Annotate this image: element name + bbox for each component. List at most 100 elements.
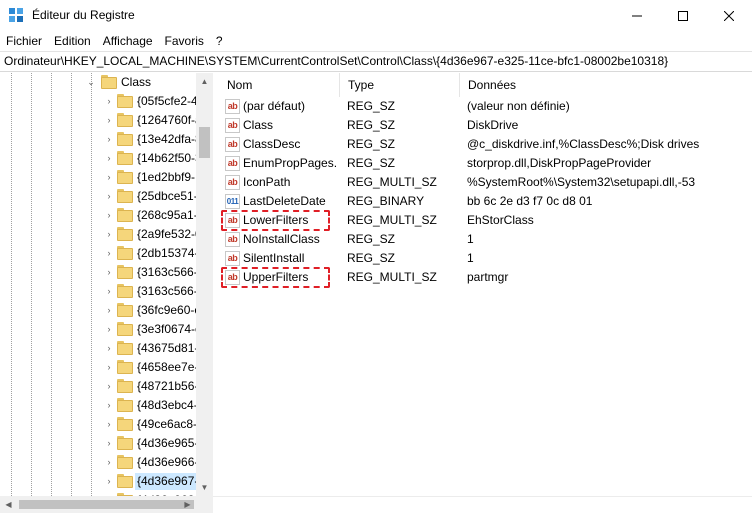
tree-item[interactable]: › {3163c566- — [0, 263, 200, 282]
column-header-name[interactable]: Nom — [219, 73, 340, 97]
string-value-icon: ab — [225, 175, 240, 190]
value-type: REG_SZ — [347, 118, 396, 132]
expand-arrow-icon[interactable]: › — [104, 96, 114, 106]
expand-arrow-icon[interactable]: › — [104, 476, 114, 486]
scroll-left-icon[interactable]: ◀ — [0, 496, 17, 513]
tree-item[interactable]: › {49ce6ac8-6 — [0, 415, 204, 434]
maximize-button[interactable] — [660, 0, 706, 31]
close-button[interactable] — [706, 0, 752, 31]
folder-icon — [117, 284, 133, 298]
tree-item[interactable]: › {14b62f50-3 — [0, 149, 202, 168]
title-bar: Éditeur du Registre — [0, 0, 752, 31]
tree-vertical-scrollbar[interactable]: ▲ ▼ — [196, 73, 213, 496]
tree-item[interactable]: › {4d36e966- — [0, 453, 200, 472]
expand-arrow-icon[interactable]: › — [104, 153, 114, 163]
tree-item[interactable]: › {48d3ebc4- — [0, 396, 200, 415]
value-row[interactable]: ab LowerFilters REG_MULTI_SZ EhStorClass — [219, 210, 752, 231]
value-row[interactable]: ab ClassDesc REG_SZ @c_diskdrive.inf,%Class… — [219, 135, 752, 154]
tree-item-label: {3e3f0674-c — [137, 322, 202, 336]
folder-icon — [117, 208, 133, 222]
value-row[interactable]: ab (par défaut) REG_SZ (valeur non définie) — [219, 97, 752, 116]
expand-arrow-icon[interactable]: › — [104, 267, 114, 277]
expand-arrow-icon[interactable]: › — [104, 438, 114, 448]
folder-icon — [117, 341, 133, 355]
scroll-up-icon[interactable]: ▲ — [196, 73, 213, 90]
value-name: SilentInstall — [243, 251, 305, 265]
value-row[interactable]: ab UpperFilters REG_MULTI_SZ partmgr — [219, 267, 752, 288]
value-type: REG_SZ — [347, 137, 396, 151]
value-row[interactable]: ab SilentInstall REG_SZ 1 — [219, 249, 752, 268]
tree-item[interactable]: › {2a9fe532-0 — [0, 225, 202, 244]
tree-item[interactable]: › {13e42dfa-8 — [0, 130, 202, 149]
tree-item[interactable]: › {4d36e965- — [0, 434, 200, 453]
folder-icon — [117, 379, 133, 393]
menu-favoris[interactable]: Favoris — [161, 32, 212, 50]
tree-item-label: {3163c566- — [137, 265, 198, 279]
tree-item[interactable]: › {1264760f-a — [0, 111, 202, 130]
value-row[interactable]: ab Class REG_SZ DiskDrive — [219, 116, 752, 135]
menu-help[interactable]: ? — [212, 32, 231, 50]
tree-item[interactable]: › {1ed2bbf9- — [0, 168, 200, 187]
maximize-icon — [678, 10, 688, 21]
folder-icon — [117, 436, 133, 450]
expand-arrow-icon[interactable]: › — [104, 286, 114, 296]
menu-fichier[interactable]: Fichier — [2, 32, 50, 50]
menu-edition[interactable]: Edition — [50, 32, 99, 50]
expand-arrow-icon[interactable]: › — [104, 324, 114, 334]
expand-arrow-icon[interactable]: › — [104, 305, 114, 315]
tree-item[interactable]: › {3e3f0674-c — [0, 320, 202, 339]
expand-arrow-icon[interactable]: › — [104, 229, 114, 239]
tree-item[interactable]: › {2db15374- — [0, 244, 200, 263]
key-tree[interactable]: ⌄ Class › {05f5cfe2-4 › {1264760f-a › {13e42d… — [0, 73, 213, 496]
scroll-thumb[interactable] — [199, 127, 210, 158]
tree-horizontal-scrollbar[interactable]: ◀ ▶ — [0, 496, 213, 513]
expand-arrow-icon[interactable]: › — [104, 210, 114, 220]
tree-item[interactable]: › {36fc9e60-c — [0, 301, 200, 320]
column-header-data[interactable]: Données — [460, 73, 752, 97]
value-row[interactable]: ab IconPath REG_MULTI_SZ %SystemRoot%\Syste… — [219, 173, 752, 192]
value-row[interactable]: ab EnumPropPages... REG_SZ storprop.dll,Dis… — [219, 154, 752, 173]
tree-item[interactable]: › {25dbce51- — [0, 187, 200, 206]
expand-arrow-icon[interactable]: › — [104, 115, 114, 125]
tree-item-label: {05f5cfe2-4 — [137, 94, 198, 108]
folder-icon — [117, 132, 133, 146]
expand-arrow-icon[interactable]: › — [104, 343, 114, 353]
folder-icon — [117, 151, 133, 165]
expand-arrow-icon[interactable]: › — [104, 457, 114, 467]
tree-item[interactable]: › {268c95a1- — [0, 206, 200, 225]
tree-item-label: {2a9fe532-0 — [137, 227, 202, 241]
value-row[interactable]: 011 LastDeleteDate REG_BINARY bb 6c 2e d3 f… — [219, 192, 752, 211]
address-bar[interactable]: Ordinateur\HKEY_LOCAL_MACHINE\SYSTEM\Cur… — [0, 51, 752, 72]
tree-item[interactable]: › {43675d81- — [0, 339, 200, 358]
value-name: (par défaut) — [243, 99, 306, 113]
expand-arrow-icon[interactable]: › — [104, 248, 114, 258]
expand-arrow-icon[interactable]: › — [104, 134, 114, 144]
tree-item[interactable]: › {4d36e967- — [0, 472, 201, 491]
scroll-right-icon[interactable]: ▶ — [179, 496, 196, 513]
expand-arrow-icon[interactable]: › — [104, 172, 114, 182]
expand-arrow-icon[interactable]: › — [104, 362, 114, 372]
expand-arrow-icon[interactable]: › — [104, 381, 114, 391]
folder-icon — [117, 360, 133, 374]
folder-icon — [117, 398, 133, 412]
tree-item[interactable]: › {3163c566- — [0, 282, 200, 301]
expand-arrow-icon[interactable]: › — [104, 191, 114, 201]
tree-item-label: {1264760f-a — [137, 113, 202, 127]
value-data: DiskDrive — [467, 118, 519, 132]
expand-arrow-icon[interactable]: › — [104, 400, 114, 410]
expand-arrow-icon[interactable]: › — [104, 419, 114, 429]
tree-item[interactable]: › {05f5cfe2-4 — [0, 92, 200, 111]
tree-item[interactable]: › {48721b56- — [0, 377, 200, 396]
scroll-down-icon[interactable]: ▼ — [196, 479, 213, 496]
status-bar — [213, 496, 752, 517]
minimize-button[interactable] — [614, 0, 660, 31]
menu-affichage[interactable]: Affichage — [99, 32, 161, 50]
collapse-arrow-icon[interactable]: ⌄ — [86, 77, 96, 87]
tree-item-class[interactable]: ⌄ Class — [0, 73, 200, 92]
value-data: @c_diskdrive.inf,%ClassDesc%;Disk drives — [467, 137, 700, 151]
scroll-thumb[interactable] — [19, 500, 194, 509]
values-list[interactable]: Nom Type Données ab (par défaut) REG_SZ (va… — [219, 73, 752, 496]
value-row[interactable]: ab NoInstallClass REG_SZ 1 — [219, 230, 752, 249]
column-header-type[interactable]: Type — [340, 73, 460, 97]
tree-item[interactable]: › {4658ee7e- — [0, 358, 200, 377]
